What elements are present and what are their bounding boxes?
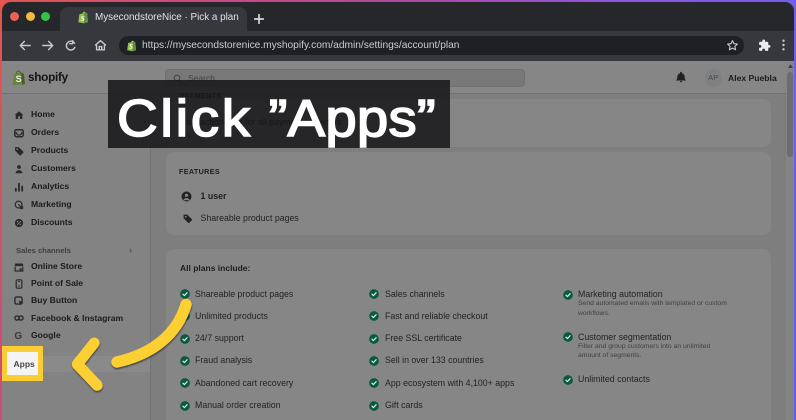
svg-text:S: S [81, 14, 85, 23]
svg-text:S: S [16, 74, 22, 84]
svg-text:S: S [129, 43, 133, 50]
svg-text:G: G [14, 331, 22, 340]
